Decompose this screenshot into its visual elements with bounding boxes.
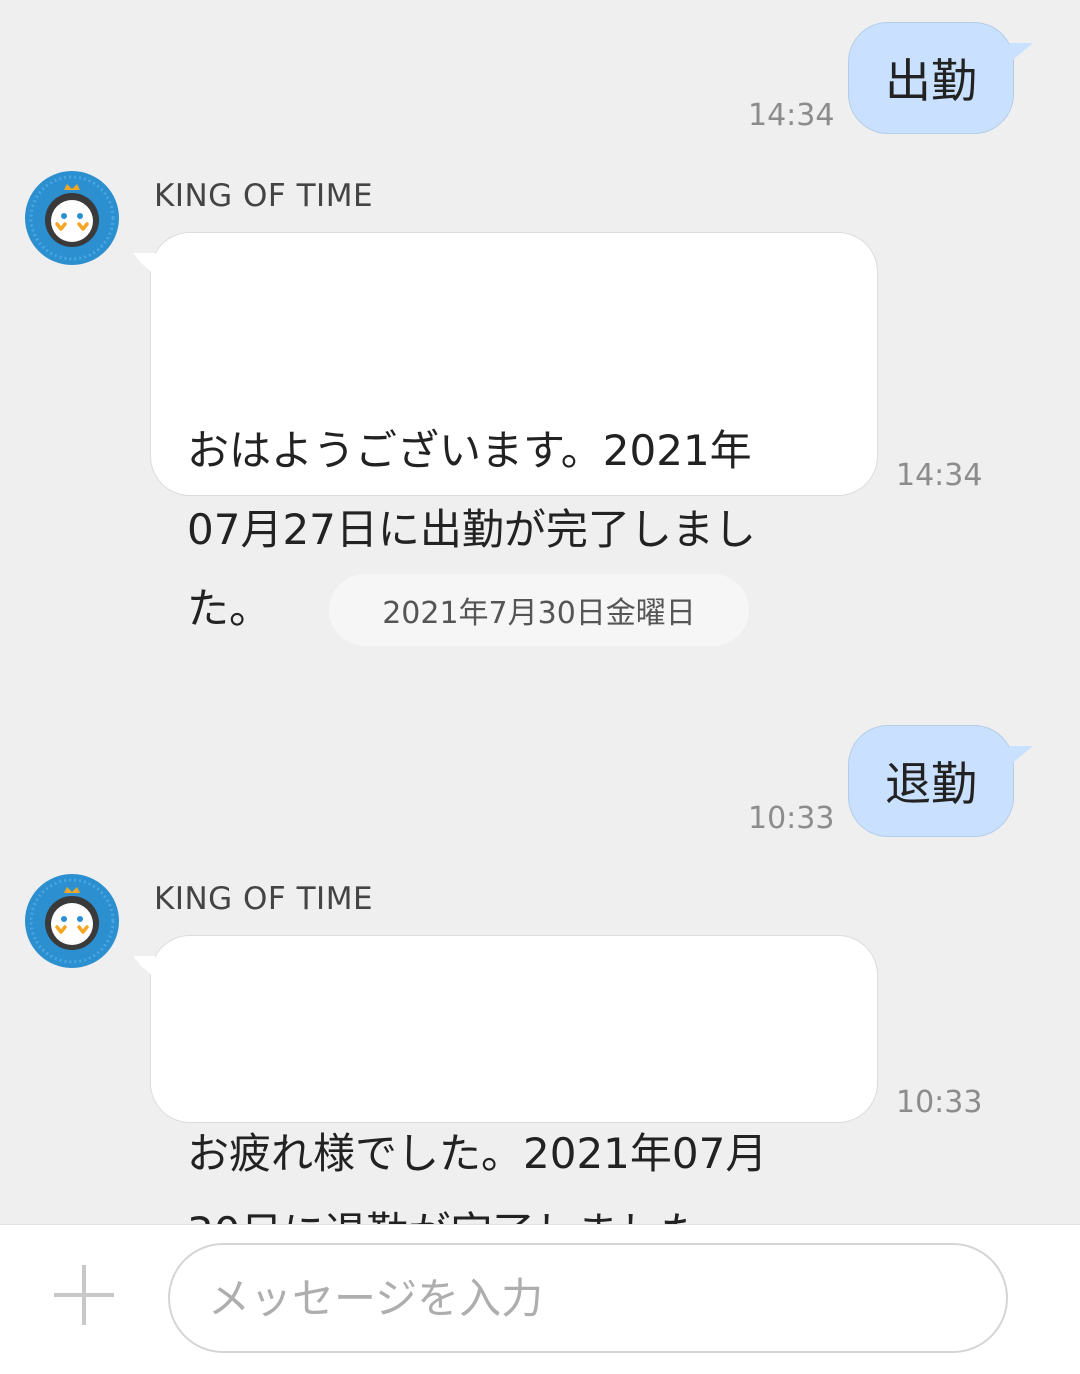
- message-time: 10:33: [896, 1085, 983, 1120]
- message-list[interactable]: 出勤 14:34 KING OF TIME おはようございます。2021年 07…: [0, 0, 1080, 1257]
- bubble-tail: [1009, 43, 1033, 63]
- chat-screen: 出勤 14:34 KING OF TIME おはようございます。2021年 07…: [0, 0, 1080, 1374]
- sent-message-text: 退勤: [885, 757, 977, 811]
- king-of-time-avatar-icon[interactable]: [24, 873, 120, 969]
- message-time: 14:34: [896, 458, 983, 493]
- sent-message-text: 出勤: [885, 54, 977, 108]
- date-divider: 2021年7月30日金曜日: [329, 574, 749, 646]
- message-time: 10:33: [748, 801, 835, 836]
- sender-name: KING OF TIME: [154, 178, 374, 214]
- bubble-tail: [133, 253, 155, 275]
- date-divider-text: 2021年7月30日金曜日: [382, 596, 696, 631]
- bubble-tail: [1009, 746, 1033, 766]
- sent-message-bubble[interactable]: 退勤: [848, 725, 1033, 837]
- message-time: 14:34: [748, 98, 835, 133]
- plus-icon[interactable]: [54, 1265, 114, 1325]
- received-message-bubble[interactable]: おはようございます。2021年 07月27日に出勤が完了しまし た。: [133, 232, 878, 633]
- message-input[interactable]: [168, 1243, 1008, 1353]
- bubble-tail: [133, 956, 155, 978]
- message-composer: [0, 1224, 1080, 1374]
- sent-message-bubble[interactable]: 出勤: [848, 22, 1033, 134]
- received-message-bubble[interactable]: お疲れ様でした。2021年07月 30日に退勤が完了しました。: [133, 935, 878, 1257]
- king-of-time-avatar-icon[interactable]: [24, 170, 120, 266]
- sender-name: KING OF TIME: [154, 881, 374, 917]
